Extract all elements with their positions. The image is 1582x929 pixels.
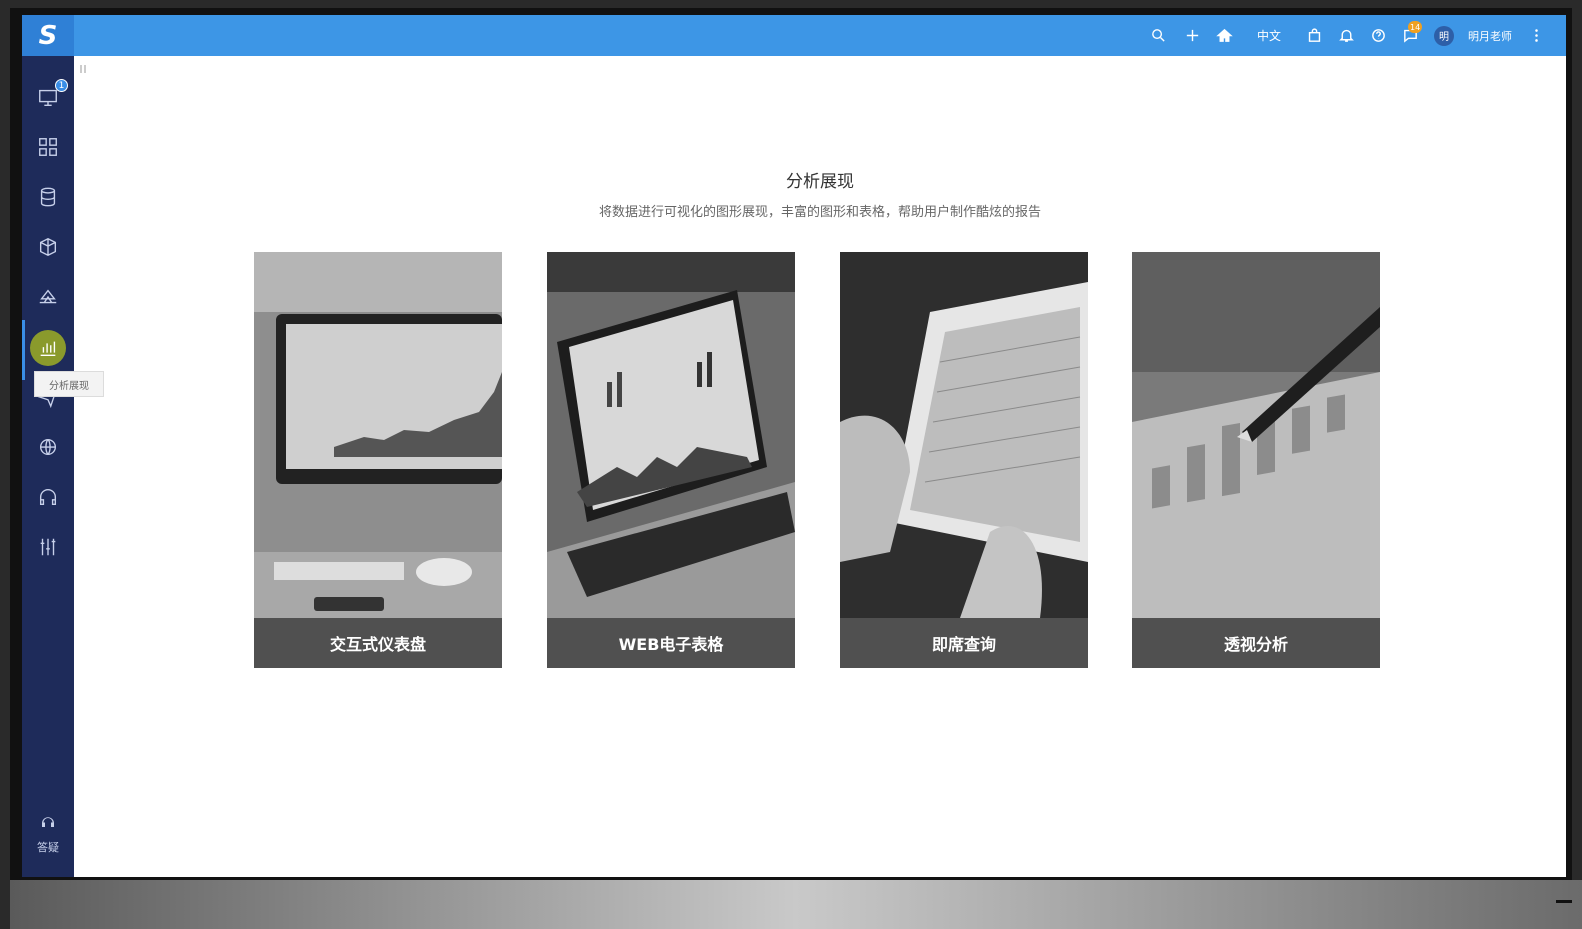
avatar: 明	[1434, 25, 1454, 46]
search-icon	[1151, 29, 1165, 42]
username[interactable]: 明月老师	[1460, 15, 1520, 56]
sidebar-item-headset[interactable]	[22, 477, 74, 517]
sidebar-item-cubes[interactable]	[22, 227, 74, 267]
add-button[interactable]	[1178, 15, 1206, 56]
top-bar: 中文 14 明 明月老师	[74, 15, 1566, 56]
home-icon	[1215, 28, 1233, 42]
laptop-charts-photo	[547, 252, 795, 618]
cubes-icon	[39, 237, 57, 257]
page-subtitle: 将数据进行可视化的图形展现，丰富的图形和表格，帮助用户制作酷炫的报告	[598, 205, 1041, 220]
plus-icon	[1186, 29, 1198, 42]
sidebar-item-layers[interactable]	[22, 277, 74, 317]
notification-badge: 1	[55, 79, 68, 92]
messages-button[interactable]: 14	[1396, 15, 1424, 56]
bag-icon	[1308, 28, 1320, 42]
tablet-table-photo	[840, 252, 1088, 618]
card-label: 交互式仪表盘	[254, 618, 502, 668]
tools-icon	[40, 538, 56, 556]
sidebar-item-apps[interactable]	[22, 127, 74, 167]
search-button[interactable]	[1144, 15, 1172, 56]
layers-icon	[39, 289, 57, 304]
question-icon	[1371, 29, 1385, 42]
database-icon	[40, 187, 56, 207]
sidebar-item-analysis[interactable]	[22, 328, 74, 368]
sidebar-item-database[interactable]	[22, 177, 74, 217]
user-avatar-button[interactable]: 明	[1430, 15, 1458, 56]
taskbar	[10, 880, 1582, 929]
card-pivot-analysis[interactable]: 透视分析	[1132, 252, 1380, 668]
minimize-icon[interactable]	[1556, 900, 1572, 903]
help-label: 答疑	[37, 841, 59, 854]
sidebar-item-globe[interactable]	[22, 427, 74, 467]
card-label: 即席查询	[840, 618, 1088, 668]
message-badge: 14	[1408, 21, 1423, 33]
collapse-handle[interactable]	[80, 65, 86, 73]
bag-button[interactable]	[1300, 15, 1328, 56]
card-web-spreadsheet[interactable]: WEB电子表格	[547, 252, 795, 668]
help-button[interactable]: 答疑	[22, 815, 74, 855]
card-label: WEB电子表格	[547, 618, 795, 668]
headset-icon	[39, 489, 57, 506]
headset-help-icon	[42, 817, 54, 827]
apps-icon	[39, 138, 57, 156]
bar-chart-icon	[40, 341, 56, 357]
sidebar-item-monitor[interactable]: 1	[22, 77, 74, 117]
help-question-button[interactable]	[1364, 15, 1392, 56]
more-menu-button[interactable]	[1526, 15, 1546, 56]
home-button[interactable]	[1210, 15, 1238, 56]
sidebar: S 1 分析展现 答疑	[22, 15, 104, 877]
more-vertical-icon	[1534, 29, 1538, 42]
card-dashboard[interactable]: 交互式仪表盘	[254, 252, 502, 668]
page-title: 分析展现	[786, 172, 854, 192]
app-window: S 1 分析展现 答疑 中文 14 明 明月老师 分析展现 将数据进行可视化的图…	[22, 15, 1566, 877]
notifications-button[interactable]	[1332, 15, 1360, 56]
sidebar-item-tools[interactable]	[22, 527, 74, 567]
pen-bar-chart-photo	[1132, 252, 1380, 618]
sidebar-tooltip: 分析展现	[34, 371, 104, 397]
desktop-monitor-photo	[254, 252, 502, 618]
globe-icon	[39, 438, 57, 456]
bell-icon	[1338, 29, 1354, 42]
language-switch[interactable]: 中文	[1250, 15, 1288, 56]
logo[interactable]: S	[22, 15, 74, 56]
card-ad-hoc-query[interactable]: 即席查询	[840, 252, 1088, 668]
card-label: 透视分析	[1132, 618, 1380, 668]
